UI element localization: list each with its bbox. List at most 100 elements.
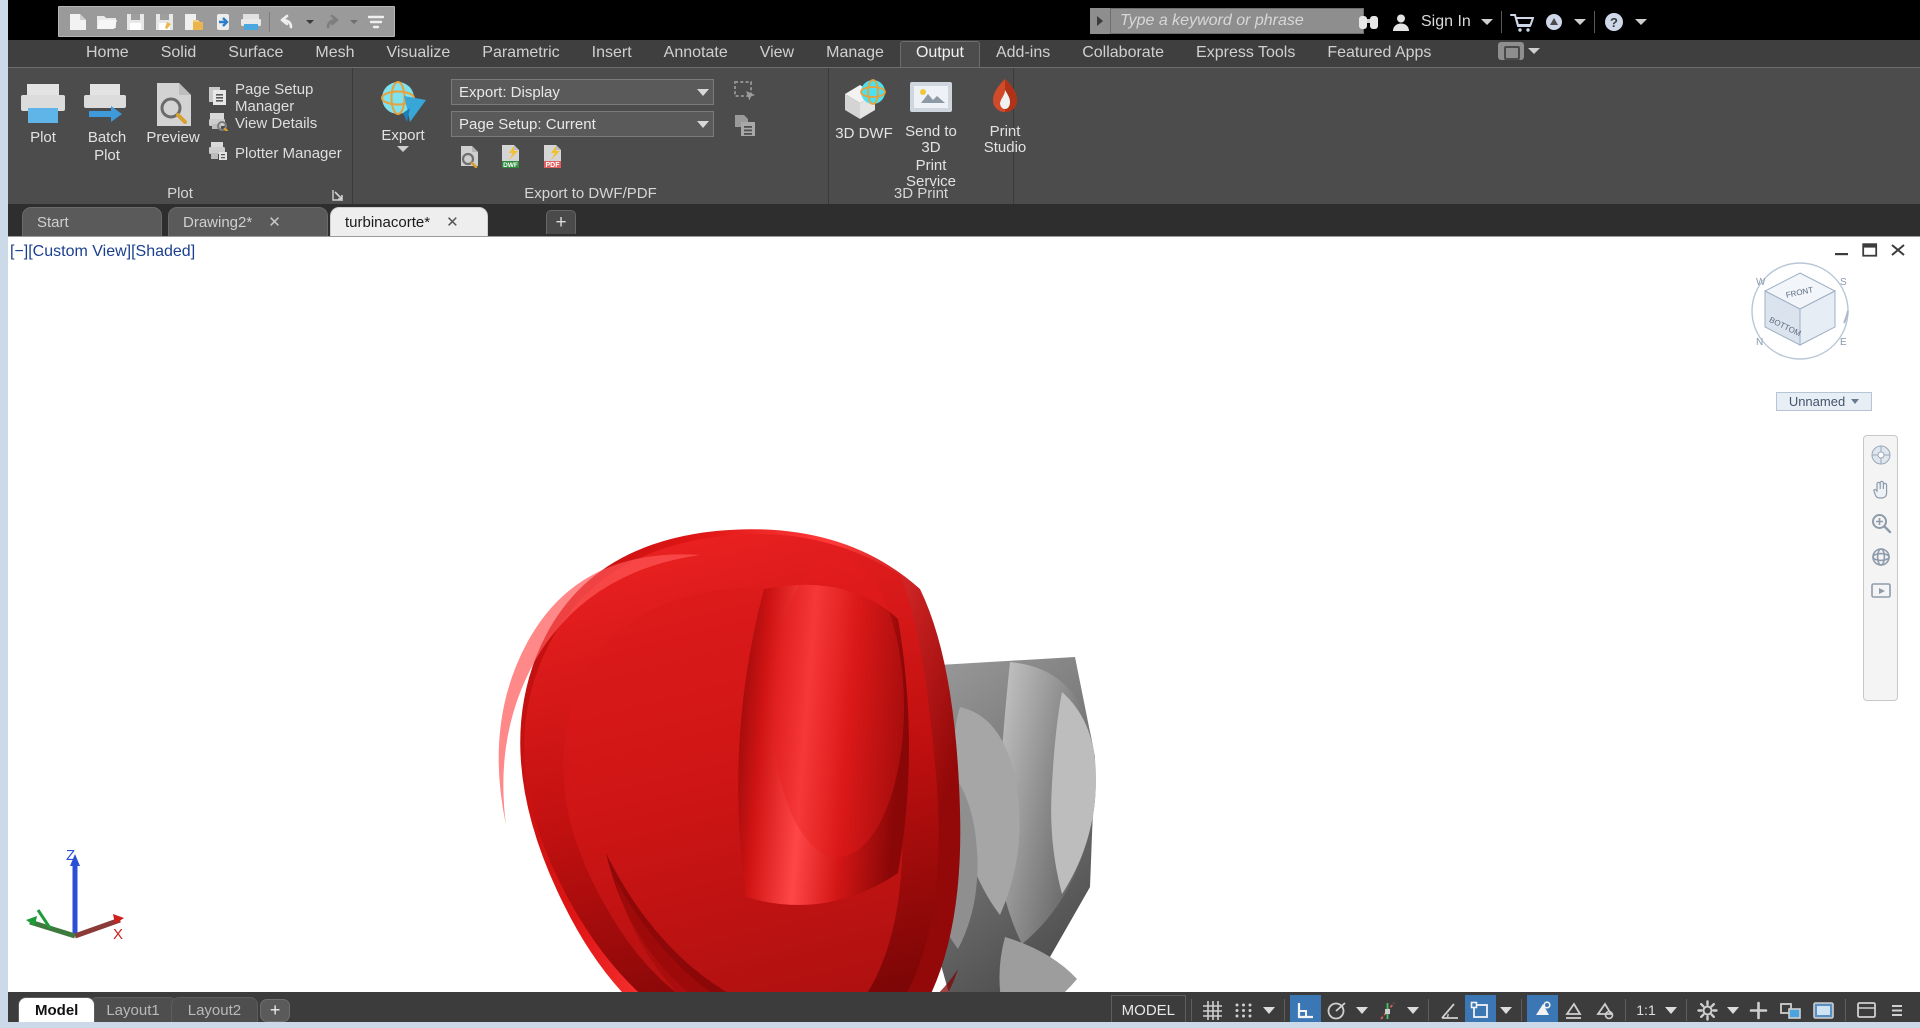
status-menu-icon[interactable]: [1882, 995, 1912, 1025]
preview-button[interactable]: Preview: [142, 80, 204, 146]
view-details-button[interactable]: View Details: [208, 111, 317, 135]
search-input[interactable]: Type a keyword or phrase: [1110, 8, 1364, 34]
ribbon-tab-manage[interactable]: Manage: [810, 41, 900, 67]
layout-tab-model[interactable]: Model: [18, 997, 96, 1022]
notification-dropdown-icon[interactable]: [1569, 8, 1591, 35]
notification-center-icon[interactable]: [1539, 8, 1569, 35]
workspace-switching-icon[interactable]: [1692, 995, 1723, 1025]
ribbon-tab-visualize[interactable]: Visualize: [371, 41, 467, 67]
layout-tab-layout1[interactable]: Layout1: [89, 997, 177, 1022]
ribbon-tab-annotate[interactable]: Annotate: [648, 41, 744, 67]
ribbon-tab-output[interactable]: Output: [899, 41, 980, 67]
ribbon-tab-featured-apps[interactable]: Featured Apps: [1311, 41, 1447, 67]
3d-dwf-button[interactable]: 3D DWF: [833, 76, 895, 142]
workspace-dropdown-icon[interactable]: [1727, 1006, 1739, 1014]
osnap-dropdown-icon[interactable]: [1407, 1006, 1419, 1014]
file-tab-turbinacorte[interactable]: turbinacorte* ✕: [330, 207, 488, 236]
object-snap-toggle[interactable]: [1465, 995, 1496, 1025]
ribbon-state-icon[interactable]: [1498, 42, 1524, 60]
export-preview-icon[interactable]: [457, 144, 483, 173]
plot-icon[interactable]: [238, 9, 265, 35]
undo-dropdown-icon[interactable]: [303, 9, 316, 35]
file-tab-start[interactable]: Start: [22, 207, 162, 236]
new-file-tab-button[interactable]: +: [546, 210, 576, 234]
file-tab-turbinacorte-close-icon[interactable]: ✕: [446, 213, 459, 231]
ribbon-tab-add-ins[interactable]: Add-ins: [980, 41, 1066, 67]
batch-plot-button[interactable]: Batch Plot: [76, 80, 138, 164]
polar-dropdown-icon[interactable]: [1356, 1006, 1368, 1014]
dwf-options-icon[interactable]: DWF: [499, 144, 525, 173]
save-icon[interactable]: [122, 9, 149, 35]
isolate-objects-icon[interactable]: [1774, 995, 1807, 1025]
ribbon-tab-express-tools[interactable]: Express Tools: [1180, 41, 1311, 67]
page-setup-combo[interactable]: Page Setup: Current: [451, 111, 714, 137]
redo-icon[interactable]: [318, 9, 345, 35]
save-as-icon[interactable]: [151, 9, 178, 35]
page-setup-dropdown-icon[interactable]: [697, 121, 709, 128]
file-tab-drawing2[interactable]: Drawing2* ✕: [168, 207, 328, 236]
selection-cycling-toggle[interactable]: [1589, 995, 1620, 1025]
annotation-scale-dropdown-icon[interactable]: [1665, 1006, 1677, 1014]
page-setup-manager-icon: [208, 86, 228, 110]
pdf-options-icon[interactable]: PDF: [541, 144, 567, 173]
object-snap-tracking-toggle[interactable]: [1372, 995, 1403, 1025]
plot-button[interactable]: Plot: [14, 80, 72, 146]
ortho-mode-toggle[interactable]: [1290, 995, 1321, 1025]
preview-button-label: Preview: [146, 129, 200, 146]
isometric-drafting-toggle[interactable]: [1434, 995, 1465, 1025]
transparency-toggle[interactable]: [1558, 995, 1589, 1025]
plotter-manager-button[interactable]: Plotter Manager: [208, 141, 342, 165]
ribbon-tab-solid[interactable]: Solid: [145, 41, 213, 67]
select-region-icon[interactable]: [733, 80, 759, 109]
layout-tab-layout2[interactable]: Layout2: [170, 997, 259, 1022]
ribbon-tab-home[interactable]: Home: [70, 41, 145, 67]
open-icon[interactable]: [93, 9, 120, 35]
send-to-3d-print-service-button[interactable]: Send to 3D Print Service: [895, 76, 967, 190]
ribbon-tab-surface[interactable]: Surface: [212, 41, 299, 67]
customization-icon[interactable]: [1851, 995, 1882, 1025]
ribbon-tab-collaborate[interactable]: Collaborate: [1066, 41, 1180, 67]
search-help-icon[interactable]: [1352, 8, 1386, 35]
hardware-acceleration-icon[interactable]: [1743, 995, 1774, 1025]
title-separator: [1500, 10, 1502, 33]
clean-screen-icon[interactable]: [1807, 995, 1840, 1025]
ribbon-tab-parametric[interactable]: Parametric: [466, 41, 575, 67]
plot-dialog-launcher[interactable]: [331, 188, 345, 202]
page-setup-icon[interactable]: [733, 114, 759, 143]
ribbon-tab-insert[interactable]: Insert: [576, 41, 648, 67]
ribbon-tab-mesh[interactable]: Mesh: [299, 41, 370, 67]
snap-mode-toggle[interactable]: [1228, 995, 1259, 1025]
sign-in-button[interactable]: Sign In: [1416, 8, 1476, 35]
account-icon[interactable]: [1386, 8, 1416, 35]
export-button[interactable]: Export: [365, 78, 441, 152]
ribbon-state-dropdown-icon[interactable]: [1528, 48, 1540, 54]
model-geometry[interactable]: [0, 237, 1920, 992]
new-layout-button[interactable]: +: [260, 999, 291, 1022]
help-icon[interactable]: ?: [1598, 8, 1630, 35]
polar-tracking-toggle[interactable]: [1321, 995, 1352, 1025]
model-paper-space-toggle[interactable]: MODEL: [1110, 995, 1186, 1025]
drawing-canvas[interactable]: [−][Custom View][Shaded] FRONT BOTTOM W: [0, 236, 1920, 992]
print-studio-button[interactable]: Print Studio: [968, 76, 1042, 156]
export-dropdown-icon[interactable]: [397, 146, 409, 152]
cloud-sync-icon[interactable]: [209, 9, 236, 35]
grid-display-toggle[interactable]: [1197, 995, 1228, 1025]
object-snap-dropdown-icon[interactable]: [1500, 1006, 1512, 1014]
help-dropdown-icon[interactable]: [1630, 8, 1652, 35]
annotation-scale-label[interactable]: 1:1: [1631, 995, 1661, 1025]
export-scope-combo[interactable]: Export: Display: [451, 79, 714, 105]
ribbon-tab-view[interactable]: View: [744, 41, 810, 67]
search-expand-icon[interactable]: [1090, 8, 1110, 34]
store-cart-icon[interactable]: [1505, 8, 1539, 35]
page-setup-manager-button[interactable]: Page Setup Manager: [208, 81, 352, 115]
redo-dropdown-icon[interactable]: [347, 9, 360, 35]
file-tab-drawing2-close-icon[interactable]: ✕: [268, 213, 281, 231]
lineweight-toggle[interactable]: [1527, 995, 1558, 1025]
customize-icon[interactable]: [362, 9, 389, 35]
snap-dropdown-icon[interactable]: [1263, 1006, 1275, 1014]
sign-in-dropdown-icon[interactable]: [1476, 8, 1498, 35]
new-icon[interactable]: [64, 9, 91, 35]
export-pdf-icon[interactable]: [180, 9, 207, 35]
undo-icon[interactable]: [274, 9, 301, 35]
export-scope-dropdown-icon[interactable]: [697, 89, 709, 96]
